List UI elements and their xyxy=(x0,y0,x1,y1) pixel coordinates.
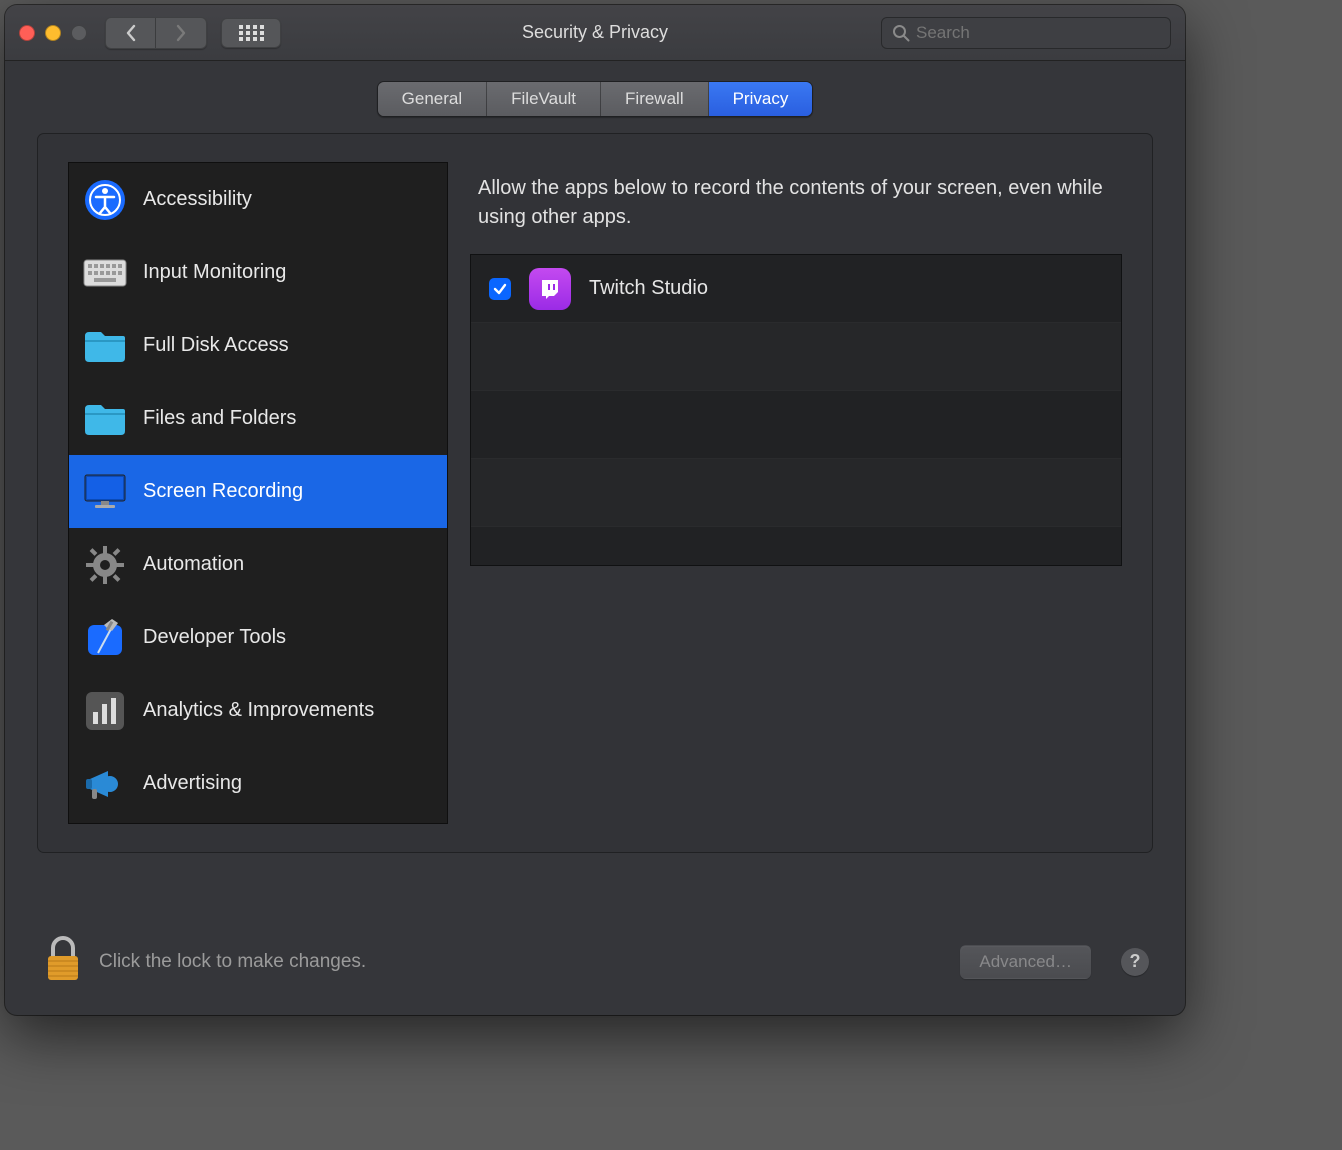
display-icon xyxy=(83,470,127,514)
privacy-panel: Accessibility Input Monitoring Full Disk… xyxy=(37,133,1153,853)
forward-button[interactable] xyxy=(156,18,206,48)
sidebar-item-input-monitoring[interactable]: Input Monitoring xyxy=(69,236,447,309)
show-all-button[interactable] xyxy=(221,18,281,48)
sidebar-item-full-disk-access[interactable]: Full Disk Access xyxy=(69,309,447,382)
sidebar-item-automation[interactable]: Automation xyxy=(69,528,447,601)
sidebar-item-label: Analytics & Improvements xyxy=(143,699,374,722)
keyboard-icon xyxy=(83,251,127,295)
grid-icon xyxy=(238,24,264,42)
sidebar-item-label: Accessibility xyxy=(143,188,252,211)
chart-icon xyxy=(83,689,127,733)
tab-firewall[interactable]: Firewall xyxy=(601,82,709,116)
app-row-empty xyxy=(471,323,1121,391)
hammer-icon xyxy=(83,616,127,660)
privacy-category-list[interactable]: Accessibility Input Monitoring Full Disk… xyxy=(68,162,448,824)
sidebar-item-label: Developer Tools xyxy=(143,626,286,649)
tab-general[interactable]: General xyxy=(378,82,487,116)
app-name: Twitch Studio xyxy=(589,277,708,300)
checkmark-icon xyxy=(493,282,507,296)
sidebar-item-accessibility[interactable]: Accessibility xyxy=(69,163,447,236)
folder-icon xyxy=(83,324,127,368)
window-controls xyxy=(19,25,87,41)
sidebar-item-label: Advertising xyxy=(143,772,242,795)
lock-button[interactable] xyxy=(43,934,83,989)
sidebar-item-label: Screen Recording xyxy=(143,480,303,503)
tab-segmented-control: General FileVault Firewall Privacy xyxy=(377,81,814,117)
twitch-icon xyxy=(529,268,571,310)
close-button[interactable] xyxy=(19,25,35,41)
app-row-empty xyxy=(471,391,1121,459)
folder-icon xyxy=(83,397,127,441)
sidebar-item-label: Automation xyxy=(143,553,244,576)
search-input[interactable] xyxy=(916,23,1160,43)
search-field[interactable] xyxy=(881,17,1171,49)
titlebar: Security & Privacy xyxy=(5,5,1185,61)
nav-buttons xyxy=(105,17,207,49)
sidebar-item-advertising[interactable]: Advertising xyxy=(69,747,447,820)
advanced-button[interactable]: Advanced… xyxy=(960,945,1091,979)
megaphone-icon xyxy=(83,762,127,806)
chevron-right-icon xyxy=(174,24,188,42)
app-row-empty xyxy=(471,459,1121,527)
tab-filevault[interactable]: FileVault xyxy=(487,82,601,116)
footer: Click the lock to make changes. Advanced… xyxy=(5,912,1185,1015)
app-row-empty xyxy=(471,527,1121,565)
detail-description: Allow the apps below to record the conte… xyxy=(470,162,1122,254)
help-button[interactable]: ? xyxy=(1121,948,1149,976)
back-button[interactable] xyxy=(106,18,156,48)
sidebar-item-label: Full Disk Access xyxy=(143,334,289,357)
allowed-apps-list[interactable]: Twitch Studio xyxy=(470,254,1122,566)
accessibility-icon xyxy=(83,178,127,222)
gear-icon xyxy=(83,543,127,587)
app-row[interactable]: Twitch Studio xyxy=(471,255,1121,323)
sidebar-item-analytics[interactable]: Analytics & Improvements xyxy=(69,674,447,747)
sidebar-item-screen-recording[interactable]: Screen Recording xyxy=(69,455,447,528)
sidebar-item-label: Input Monitoring xyxy=(143,261,286,284)
zoom-button-disabled xyxy=(71,25,87,41)
sidebar-item-developer-tools[interactable]: Developer Tools xyxy=(69,601,447,674)
lock-message: Click the lock to make changes. xyxy=(99,951,366,973)
lock-icon xyxy=(43,934,83,984)
search-icon xyxy=(892,24,910,42)
tab-privacy[interactable]: Privacy xyxy=(709,82,813,116)
sidebar-item-files-and-folders[interactable]: Files and Folders xyxy=(69,382,447,455)
tab-bar: General FileVault Firewall Privacy xyxy=(5,61,1185,133)
chevron-left-icon xyxy=(124,24,138,42)
preferences-window: Security & Privacy General FileVault Fir… xyxy=(5,5,1185,1015)
detail-pane: Allow the apps below to record the conte… xyxy=(470,162,1122,824)
app-checkbox[interactable] xyxy=(489,278,511,300)
sidebar-item-label: Files and Folders xyxy=(143,407,296,430)
minimize-button[interactable] xyxy=(45,25,61,41)
